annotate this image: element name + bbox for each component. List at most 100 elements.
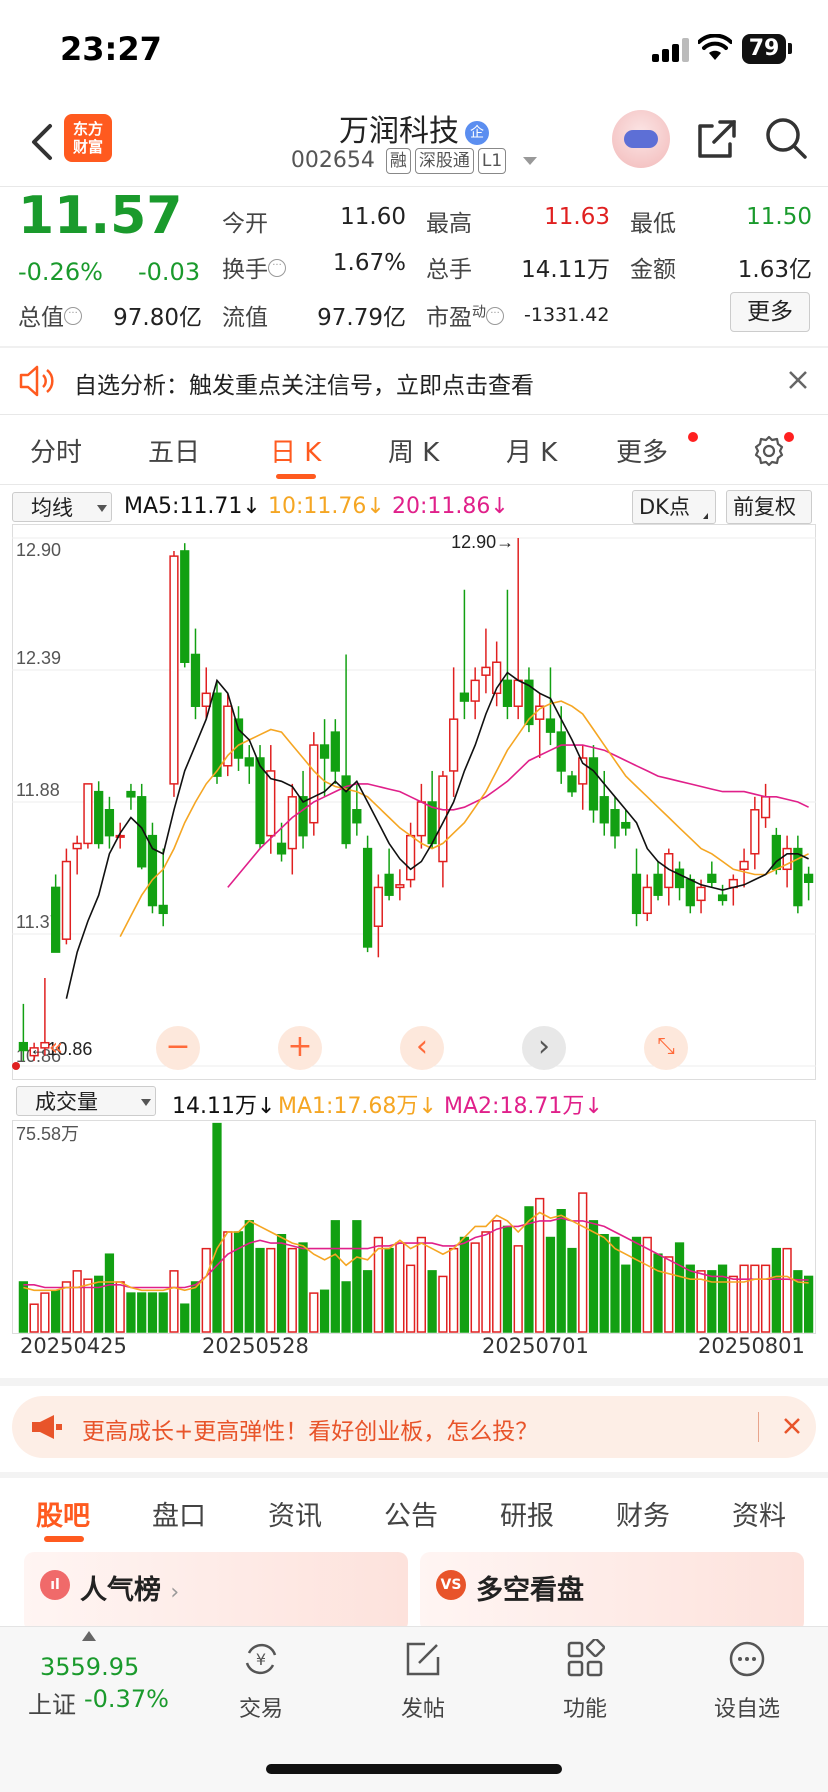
candle-body — [588, 757, 599, 811]
pe-label: 市盈动 ··· — [426, 298, 504, 332]
y-tick-label: 11.88 — [16, 780, 60, 800]
tab-five-day[interactable]: 五日 — [148, 432, 200, 469]
scroll-left-fast-icon[interactable]: « — [34, 1026, 78, 1070]
candle — [190, 628, 201, 720]
long-short-card[interactable]: VS 多空看盘 — [420, 1552, 804, 1632]
kline-chart[interactable]: 12.9012.3911.8811.3710.8612.90→←10.86 — [12, 524, 816, 1080]
candle — [405, 822, 416, 888]
tab-news[interactable]: 资讯 — [268, 1494, 322, 1533]
candle-body — [685, 878, 695, 907]
tab-order-book[interactable]: 盘口 — [152, 1494, 206, 1533]
open-value: 11.60 — [340, 204, 406, 230]
volume-bar — [717, 1264, 728, 1333]
candle-body — [147, 834, 158, 907]
dk-point-button[interactable]: DK点 — [632, 490, 716, 524]
volume-bar — [309, 1292, 319, 1333]
zoom-in-button[interactable]: + — [278, 1026, 322, 1070]
fullscreen-icon[interactable]: ⤡ — [644, 1026, 688, 1070]
candle-body — [502, 679, 513, 707]
volume-value: 14.11万 — [521, 257, 610, 283]
candle — [728, 874, 738, 906]
candle — [416, 783, 427, 849]
popularity-card[interactable]: ıl 人气榜 › — [24, 1552, 408, 1632]
chevron-right-icon: › — [170, 1580, 180, 1605]
tab-guba[interactable]: 股吧 — [36, 1494, 90, 1533]
date-label: 20250701 — [482, 1334, 589, 1358]
scroll-right-button[interactable]: › — [522, 1026, 566, 1070]
ma-indicator-row: 均线 MA5:11.71↓ 10:11.76↓ 20:11.86↓ DK点 前复… — [0, 490, 828, 524]
tab-research[interactable]: 研报 — [500, 1494, 554, 1533]
search-icon[interactable] — [764, 116, 808, 160]
volume-bar — [72, 1270, 82, 1333]
volume-bar — [427, 1270, 437, 1333]
stock-code: 002654 — [290, 148, 375, 173]
candle-body — [760, 796, 771, 819]
candle — [502, 589, 513, 720]
volume-selector[interactable]: 成交量 — [16, 1086, 156, 1116]
tab-profile[interactable]: 资料 — [732, 1494, 786, 1533]
tabbar-post[interactable]: 发帖 — [368, 1639, 478, 1723]
vol-ma1-line — [23, 1211, 809, 1292]
close-icon[interactable] — [782, 1416, 802, 1436]
candle — [782, 835, 792, 888]
candle-body — [610, 809, 620, 837]
candle-body — [739, 860, 749, 871]
versus-icon: VS — [436, 1570, 466, 1600]
tabbar-watchlist[interactable]: 设自选 — [692, 1639, 802, 1723]
tab-weekly-k[interactable]: 周 K — [388, 432, 439, 469]
notice-text: 自选分析：触发重点关注信号，立即点击查看 — [74, 373, 534, 399]
assistant-robot-icon[interactable] — [612, 110, 670, 168]
promo-text: 更高成长+更高弹性！看好创业板，怎么投？ — [82, 1419, 539, 1445]
tabbar-trade[interactable]: ¥ 交易 — [206, 1639, 316, 1723]
tab-more[interactable]: 更多 — [616, 432, 668, 469]
gear-icon[interactable] — [752, 434, 786, 468]
tabbar-functions[interactable]: 功能 — [530, 1637, 640, 1723]
volume-bar — [653, 1253, 663, 1333]
tab-daily-k[interactable]: 日 K — [270, 432, 321, 469]
battery-indicator: 79 — [742, 34, 786, 64]
candle-body — [631, 873, 642, 915]
candle — [83, 783, 93, 849]
candle — [674, 861, 685, 901]
scroll-left-button[interactable]: ‹ — [400, 1026, 444, 1070]
volume-bar — [459, 1236, 470, 1333]
dropdown-icon — [141, 1099, 151, 1106]
tab-intraday[interactable]: 分时 — [30, 432, 82, 469]
index-value[interactable]: 3559.95 — [40, 1653, 139, 1681]
adjust-button[interactable]: 前复权 — [726, 490, 812, 524]
turnover-value: 1.67% — [332, 250, 406, 276]
tab-financials[interactable]: 财务 — [616, 1494, 670, 1533]
candle — [233, 706, 244, 771]
float-cap-value: 97.79亿 — [317, 305, 406, 331]
volume-bar — [319, 1289, 330, 1333]
more-quote-button[interactable]: 更多 — [730, 292, 810, 332]
close-icon[interactable] — [786, 368, 810, 392]
candle — [642, 874, 652, 922]
tab-announcements[interactable]: 公告 — [384, 1494, 438, 1533]
index-change[interactable]: -0.37% — [84, 1685, 169, 1713]
volume-bar — [104, 1253, 115, 1333]
volume-bar — [760, 1264, 771, 1333]
promo-banner[interactable]: 更高成长+更高弹性！看好创业板，怎么投？ — [12, 1396, 816, 1458]
volume-bar — [481, 1231, 491, 1333]
candle-body — [545, 718, 556, 733]
volume-label: 总手 — [426, 257, 472, 283]
ma-selector[interactable]: 均线 — [12, 492, 112, 522]
index-name[interactable]: 上证 — [28, 1685, 76, 1720]
float-cap-label: 流值 — [222, 305, 268, 331]
volume-bar — [416, 1236, 427, 1333]
margin-tag: 融 — [385, 148, 411, 174]
status-bar: 23:27 79 — [0, 0, 828, 96]
candle — [384, 848, 394, 901]
zoom-out-button[interactable]: − — [156, 1026, 200, 1070]
notice-banner[interactable]: 自选分析：触发重点关注信号，立即点击查看 — [0, 348, 828, 414]
volume-bar — [578, 1192, 588, 1333]
volume-bar — [266, 1247, 276, 1333]
volume-bar — [384, 1247, 394, 1333]
tab-monthly-k[interactable]: 月 K — [506, 432, 557, 469]
share-icon[interactable] — [696, 118, 738, 160]
volume-bar — [642, 1236, 652, 1333]
candle — [395, 869, 405, 901]
volume-chart[interactable]: 75.58万 — [12, 1120, 816, 1334]
candle — [51, 874, 61, 953]
